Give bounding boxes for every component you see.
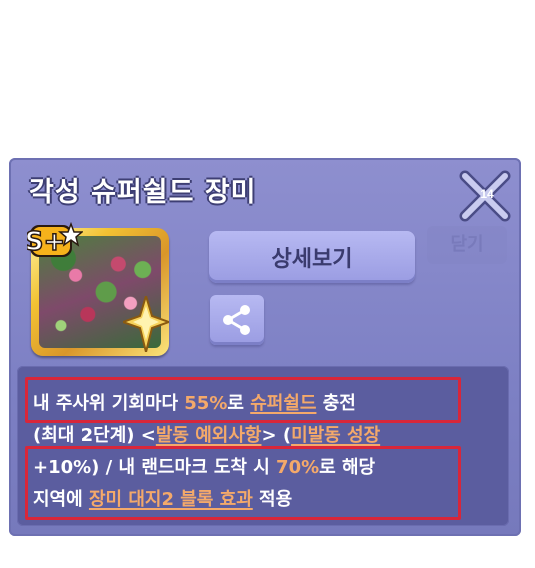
detail-view-button[interactable]: 상세보기	[209, 231, 415, 283]
skill-popup: 각성 슈퍼쉴드 장미 닫기 14 S+ 상세보기 내 주사위 기회마다 55%로…	[9, 158, 521, 536]
grade-badge-icon: S+	[27, 221, 83, 258]
share-button[interactable]	[210, 295, 264, 345]
annotation-box-1	[25, 377, 461, 423]
desc-keyword-link[interactable]: 미발동 성장	[291, 425, 380, 446]
close-button[interactable]: 14	[457, 168, 513, 224]
item-card: S+	[27, 221, 173, 356]
annotation-box-2	[25, 446, 461, 520]
desc-keyword-link[interactable]: 발동 예외사항	[156, 425, 262, 446]
close-badge: 14	[480, 187, 494, 201]
grade-badge-label: S+	[27, 227, 65, 257]
share-icon	[223, 305, 250, 335]
star-icon	[123, 296, 169, 352]
background-close-button: 닫기	[427, 226, 507, 264]
popup-title: 각성 슈퍼쉴드 장미	[29, 177, 257, 208]
desc-text: (최대 2단계) <	[33, 425, 156, 446]
desc-text: > (	[261, 425, 292, 446]
